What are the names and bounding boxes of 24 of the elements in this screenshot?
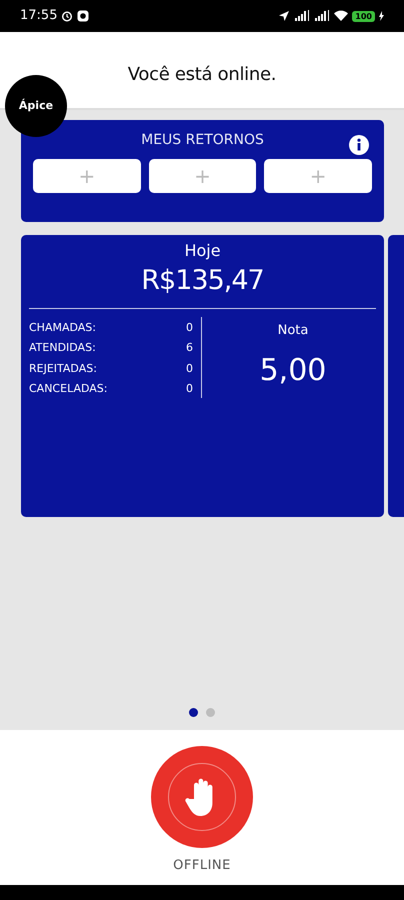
add-slot-button[interactable]: + [148, 159, 256, 193]
earnings-amount: R$135,47 [141, 264, 264, 298]
status-label: OFFLINE [173, 857, 231, 875]
page-dot[interactable] [189, 708, 198, 717]
stat-label: CHAMADAS: [29, 320, 96, 336]
rating-value: 5,00 [260, 352, 326, 390]
header-title: Você está online. [128, 62, 276, 86]
stat-value: 0 [186, 381, 193, 397]
stat-value: 0 [186, 320, 193, 336]
rating-label: Nota [278, 322, 308, 340]
stat-value: 0 [186, 360, 193, 376]
page-dot[interactable] [206, 708, 215, 717]
battery-level: 100 [352, 10, 375, 22]
stat-label: ATENDIDAS: [29, 340, 96, 356]
section-title: MEUS RETORNOS [141, 131, 264, 150]
stat-label: REJEITADAS: [29, 360, 97, 376]
logo: Ápice [5, 75, 67, 137]
clock-time: 17:55 [20, 7, 58, 26]
stat-value: 6 [186, 340, 193, 356]
info-icon[interactable] [348, 134, 370, 156]
stat-label: CANCELADAS: [29, 381, 108, 397]
add-slot-button[interactable]: + [264, 159, 372, 193]
period-label: Hoje [184, 240, 221, 262]
add-slot-button[interactable]: + [33, 159, 141, 193]
